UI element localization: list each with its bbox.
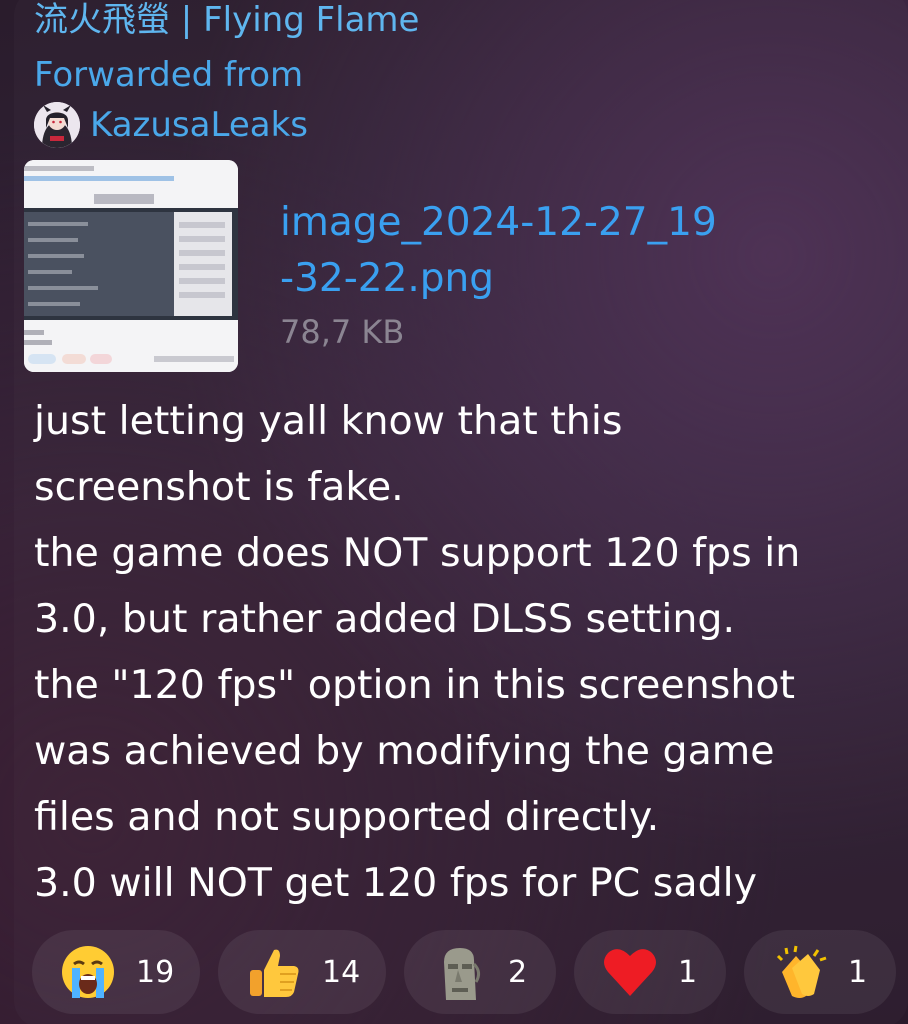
- reaction-count: 2: [508, 954, 528, 990]
- message-text: just letting yall know that this screens…: [34, 388, 904, 916]
- message-line: was achieved by modifying the game: [34, 728, 775, 774]
- reactions-bar: 19 14 2 1 1: [32, 930, 902, 1014]
- reaction-thumbs-up[interactable]: 14: [218, 930, 386, 1014]
- source-avatar[interactable]: [34, 102, 80, 148]
- avatar-image-icon: [34, 102, 80, 148]
- crying-face-icon: [62, 946, 114, 998]
- channel-title[interactable]: 流火飛螢 | Flying Flame: [34, 0, 419, 40]
- moai-icon: [444, 948, 481, 1000]
- reaction-clap[interactable]: 1: [744, 930, 896, 1014]
- reaction-count: 19: [136, 954, 175, 990]
- red-heart-icon: [604, 949, 656, 996]
- clapping-hands-icon: [776, 945, 827, 998]
- forward-source-name[interactable]: KazusaLeaks: [90, 105, 308, 145]
- message-line: the "120 fps" option in this screenshot: [34, 662, 796, 708]
- reaction-count: 14: [322, 954, 361, 990]
- reaction-crying[interactable]: 19: [32, 930, 200, 1014]
- message-line: 3.0 will NOT get 120 fps for PC sadly: [34, 860, 757, 906]
- forwarded-from-label: Forwarded from: [34, 55, 304, 95]
- screenshot-preview-icon: [24, 160, 238, 372]
- reaction-heart[interactable]: 1: [574, 930, 726, 1014]
- reaction-moai[interactable]: 2: [404, 930, 556, 1014]
- forward-source[interactable]: KazusaLeaks: [34, 102, 308, 148]
- file-name[interactable]: image_2024-12-27_19 -32-22.png: [280, 195, 780, 307]
- reaction-count: 1: [678, 954, 698, 990]
- file-name-line-2: -32-22.png: [280, 256, 495, 301]
- message-line: screenshot is fake.: [34, 464, 404, 510]
- message-line: 3.0, but rather added DLSS setting.: [34, 596, 736, 642]
- file-name-line-1: image_2024-12-27_19: [280, 200, 717, 245]
- message-line: the game does NOT support 120 fps in: [34, 530, 801, 576]
- reaction-count: 1: [848, 954, 868, 990]
- thumbs-up-icon: [250, 949, 299, 997]
- file-size: 78,7 KB: [280, 313, 405, 351]
- message-line: files and not supported directly.: [34, 794, 660, 840]
- message-line: just letting yall know that this: [34, 398, 623, 444]
- file-thumbnail[interactable]: [24, 160, 238, 372]
